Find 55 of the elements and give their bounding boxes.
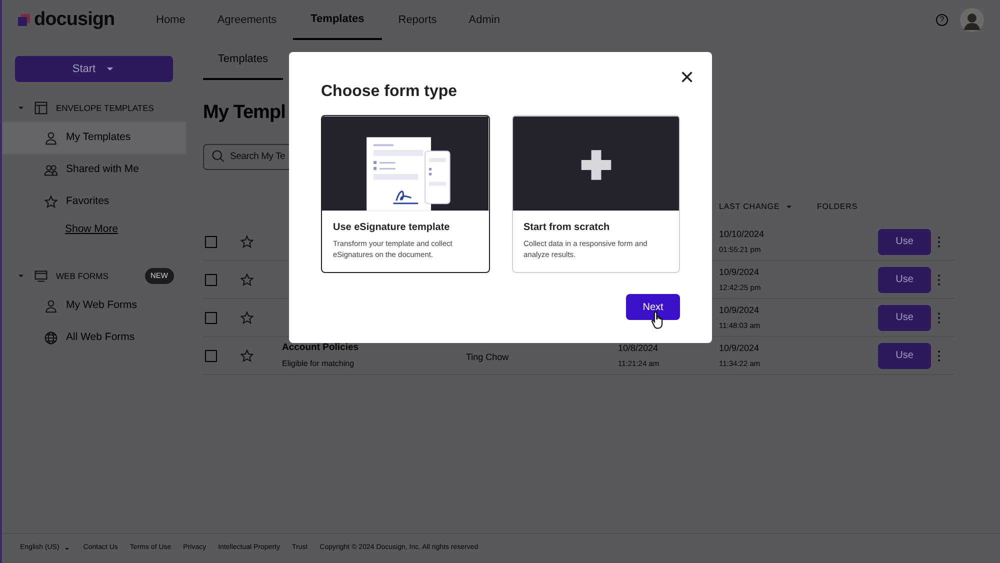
logo-icon [18, 14, 30, 26]
checkbox[interactable] [205, 350, 217, 362]
nav-tab[interactable]: Templates [292, 0, 382, 40]
template-subtitle: Eligible for matching [282, 358, 356, 370]
last-change-date: 10/9/2024 [719, 266, 760, 280]
use-button[interactable]: Use [878, 228, 931, 255]
star-icon[interactable] [240, 310, 254, 324]
nav-tab[interactable]: Agreements [201, 0, 293, 40]
star-icon[interactable] [240, 272, 254, 286]
next-button[interactable]: Next [626, 294, 680, 320]
last-change-date: 10/9/2024 [719, 342, 760, 356]
monitor-icon [34, 269, 48, 283]
sidebar-item[interactable]: My Templates [2, 122, 186, 154]
last-change-date: 10/10/2024 [719, 228, 766, 242]
dialog-title: Choose form type [321, 82, 458, 102]
person-icon [44, 131, 58, 145]
sidebar-item[interactable]: Favorites [2, 186, 186, 218]
close-button[interactable]: × [680, 66, 694, 90]
globe-icon [44, 331, 58, 345]
people-icon [44, 163, 58, 177]
sidebar-item[interactable]: All Web Forms [2, 322, 186, 354]
checkbox[interactable] [205, 236, 217, 248]
template-name[interactable]: Account Policies [282, 341, 466, 356]
tab[interactable]: Templates [203, 40, 283, 80]
section-title: WEB FORMS [56, 270, 110, 282]
start-button[interactable]: Start [15, 56, 173, 82]
column-header[interactable]: FOLDERS [817, 201, 858, 213]
star-icon[interactable] [240, 234, 254, 248]
checkbox[interactable] [205, 274, 217, 286]
person-icon [44, 299, 58, 313]
use-button[interactable]: Use [878, 342, 931, 369]
help-button[interactable]: ? [936, 14, 948, 26]
owner-name: Ting Chow [466, 352, 509, 362]
last-change-date: 10/9/2024 [719, 304, 760, 318]
use-button[interactable]: Use [878, 266, 931, 293]
show-more-link[interactable]: Show More [65, 222, 186, 246]
sidebar-item[interactable]: My Web Forms [2, 290, 186, 322]
checkbox[interactable] [205, 312, 217, 324]
option-title: Use eSignature template [333, 221, 451, 235]
star-icon[interactable] [240, 348, 254, 362]
nav-tab[interactable]: Admin [452, 0, 516, 40]
search-icon [211, 149, 225, 163]
column-header[interactable]: LAST CHANGE [719, 201, 780, 213]
nav-tab[interactable]: Reports [382, 0, 453, 40]
option-title: Start from scratch [524, 221, 611, 235]
use-button[interactable]: Use [878, 304, 931, 331]
brand-name: docusign [34, 8, 115, 32]
nav-tab[interactable]: Home [140, 0, 202, 40]
star-icon [44, 195, 58, 209]
page-heading: My Templ [203, 101, 286, 125]
created-date: 10/8/2024 [618, 342, 660, 356]
template-icon [34, 101, 48, 115]
avatar[interactable] [960, 8, 984, 32]
section-title: ENVELOPE TEMPLATES [56, 102, 155, 114]
sidebar-item[interactable]: Shared with Me [2, 154, 186, 186]
